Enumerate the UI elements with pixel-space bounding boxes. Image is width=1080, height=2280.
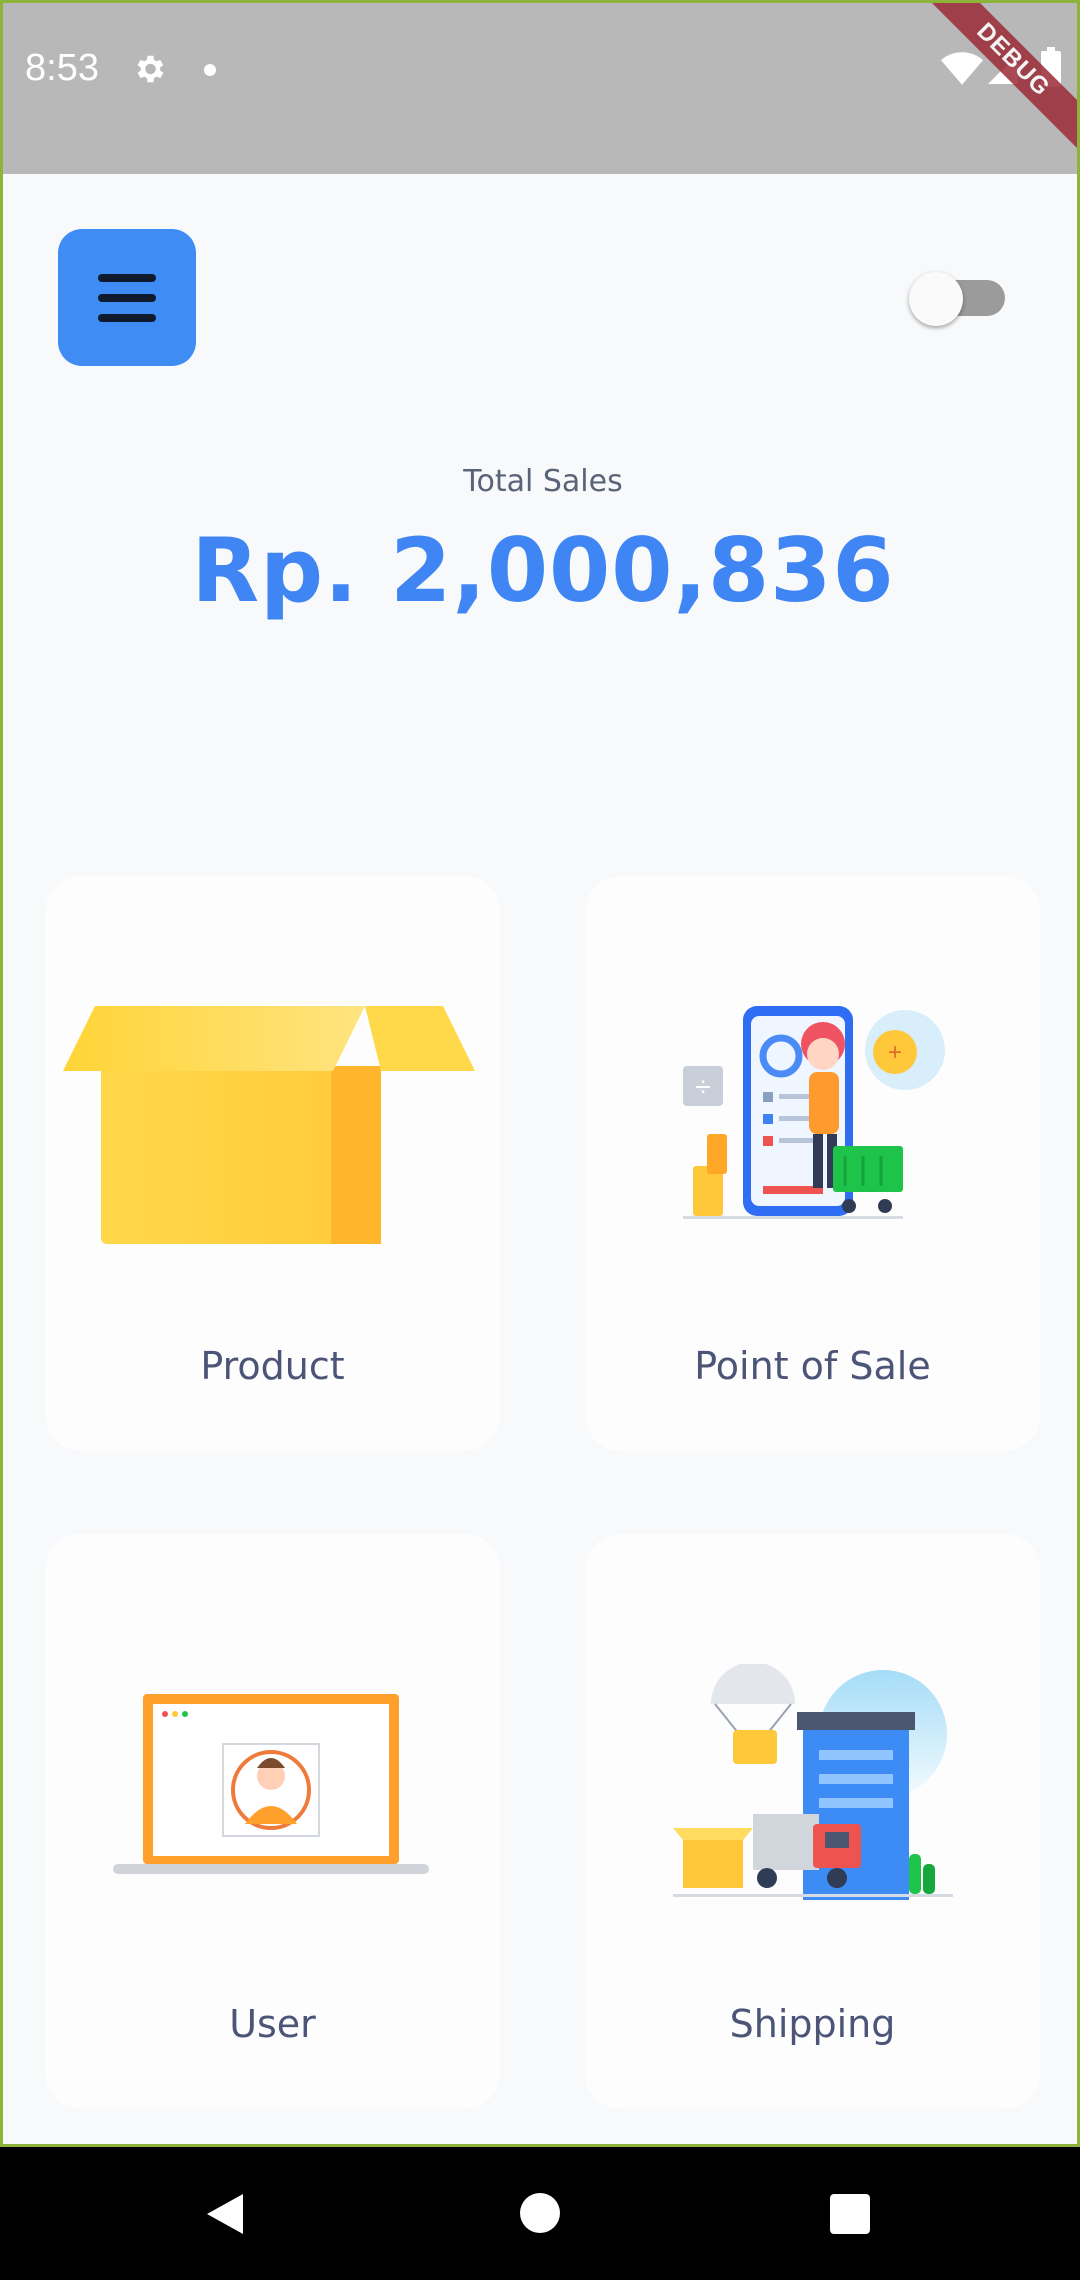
theme-toggle-switch[interactable] [909, 272, 1005, 326]
notification-dot-icon [204, 64, 216, 76]
shipping-illustration-icon [585, 1654, 1040, 1914]
point-of-sale-card-label: Point of Sale [694, 1344, 931, 1388]
shipping-card[interactable]: Shipping [585, 1534, 1040, 2109]
status-bar: 8:53 DEBUG [3, 3, 1077, 174]
settings-gear-icon [137, 55, 164, 83]
back-icon[interactable] [205, 2192, 245, 2236]
wifi-icon [941, 52, 983, 85]
box-illustration-icon [45, 996, 500, 1256]
pos-illustration-icon: + ÷ [585, 996, 1040, 1256]
home-icon[interactable] [520, 2193, 560, 2233]
dashboard-screen: Total Sales Rp. 2,000,836 Product + ÷ Po… [3, 174, 1077, 2144]
point-of-sale-card[interactable]: + ÷ Point of Sale [585, 876, 1040, 1451]
total-sales-label: Total Sales [463, 464, 623, 499]
total-sales-value: Rp. 2,000,836 [191, 519, 895, 622]
user-illustration-icon [45, 1654, 500, 1914]
app-frame: 8:53 DEBUG Total Sales Rp. 2,000,836 Pro… [0, 0, 1080, 2147]
svg-text:÷: ÷ [695, 1071, 710, 1102]
status-time: 8:53 [25, 47, 99, 89]
svg-text:+: + [887, 1039, 901, 1066]
user-card-label: User [229, 2002, 316, 2046]
toggle-thumb [909, 272, 963, 326]
menu-button[interactable] [58, 229, 196, 366]
product-card-label: Product [200, 1344, 345, 1388]
recent-apps-icon[interactable] [830, 2194, 870, 2234]
shipping-card-label: Shipping [729, 2002, 896, 2046]
system-navigation-bar [0, 2147, 1080, 2280]
product-card[interactable]: Product [45, 876, 500, 1451]
user-card[interactable]: User [45, 1534, 500, 2109]
hamburger-menu-icon [98, 273, 156, 322]
